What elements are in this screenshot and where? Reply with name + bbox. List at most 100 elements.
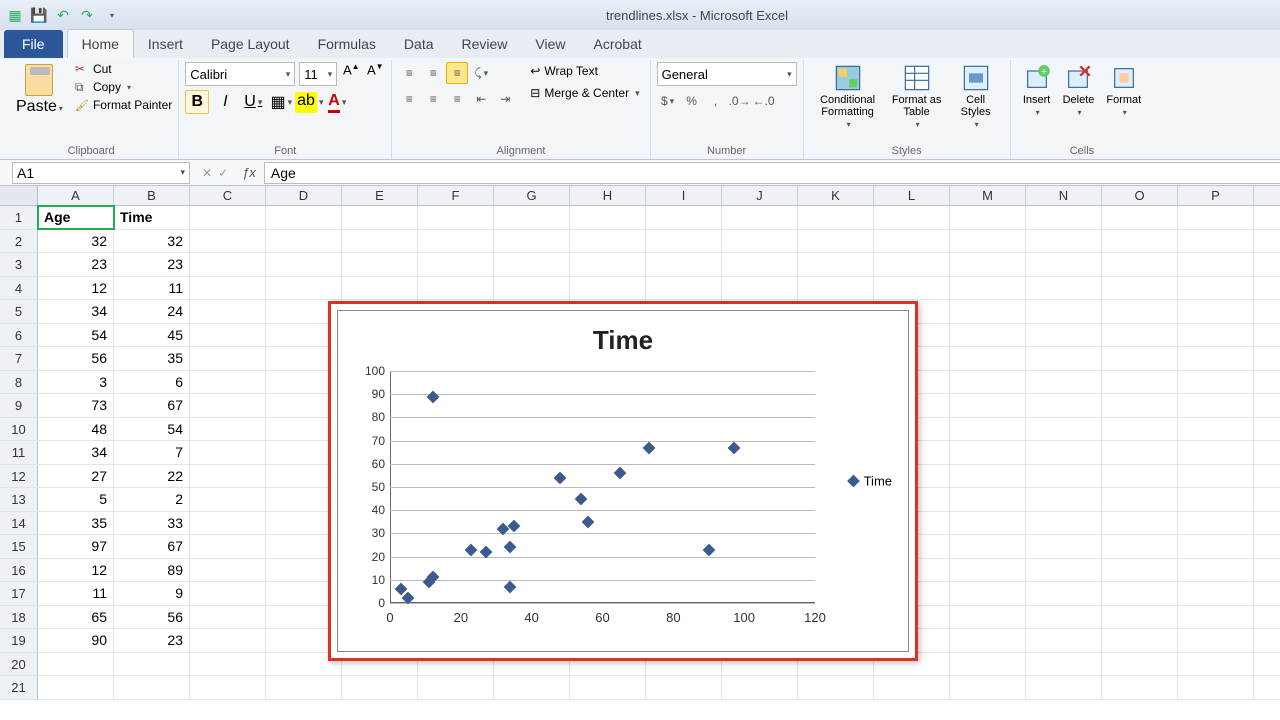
- cell[interactable]: [570, 277, 646, 300]
- cell[interactable]: [1026, 582, 1102, 605]
- cell[interactable]: [1102, 676, 1178, 699]
- cell[interactable]: [722, 253, 798, 276]
- cell[interactable]: [1102, 206, 1178, 229]
- data-point[interactable]: [426, 390, 439, 403]
- cell[interactable]: Age: [38, 206, 114, 229]
- cell[interactable]: [1026, 676, 1102, 699]
- percent-button[interactable]: %: [681, 90, 703, 112]
- cell[interactable]: [1178, 418, 1254, 441]
- cell[interactable]: 2: [114, 488, 190, 511]
- align-center-button[interactable]: ≡: [422, 88, 444, 110]
- row-header[interactable]: 1: [0, 206, 38, 229]
- increase-indent-button[interactable]: ⇥: [494, 88, 516, 110]
- cell[interactable]: 33: [114, 512, 190, 535]
- cell[interactable]: [114, 653, 190, 676]
- row-header[interactable]: 8: [0, 371, 38, 394]
- cell[interactable]: [1102, 253, 1178, 276]
- cell[interactable]: 73: [38, 394, 114, 417]
- cell[interactable]: 90: [38, 629, 114, 652]
- cell[interactable]: [1026, 300, 1102, 323]
- formula-input[interactable]: Age: [264, 162, 1280, 184]
- column-header[interactable]: E: [342, 186, 418, 205]
- cell[interactable]: 54: [114, 418, 190, 441]
- cell[interactable]: [266, 253, 342, 276]
- row-header[interactable]: 2: [0, 230, 38, 253]
- column-header[interactable]: G: [494, 186, 570, 205]
- cell[interactable]: [190, 300, 266, 323]
- cell[interactable]: [190, 347, 266, 370]
- tab-home[interactable]: Home: [67, 29, 134, 58]
- cell[interactable]: [950, 324, 1026, 347]
- cell[interactable]: [38, 653, 114, 676]
- cell[interactable]: [342, 230, 418, 253]
- decrease-font-button[interactable]: A▼: [365, 62, 385, 86]
- merge-center-button[interactable]: ⊟Merge & Center: [526, 84, 643, 102]
- cell[interactable]: [1026, 465, 1102, 488]
- align-top-button[interactable]: ≡: [398, 62, 420, 84]
- data-point[interactable]: [575, 492, 588, 505]
- column-header[interactable]: C: [190, 186, 266, 205]
- cell[interactable]: [266, 277, 342, 300]
- cell[interactable]: 34: [38, 441, 114, 464]
- cell[interactable]: 34: [38, 300, 114, 323]
- column-header[interactable]: B: [114, 186, 190, 205]
- data-point[interactable]: [642, 441, 655, 454]
- cell[interactable]: [1178, 582, 1254, 605]
- cell[interactable]: [1178, 535, 1254, 558]
- cancel-icon[interactable]: ✕: [202, 166, 212, 180]
- cell[interactable]: 32: [38, 230, 114, 253]
- cell[interactable]: [1178, 653, 1254, 676]
- cell[interactable]: 6: [114, 371, 190, 394]
- cell[interactable]: [950, 394, 1026, 417]
- cell[interactable]: [190, 230, 266, 253]
- align-left-button[interactable]: ≡: [398, 88, 420, 110]
- cell[interactable]: [1026, 512, 1102, 535]
- cell[interactable]: [570, 253, 646, 276]
- cell[interactable]: [1178, 324, 1254, 347]
- cell[interactable]: [1026, 629, 1102, 652]
- cell[interactable]: [190, 512, 266, 535]
- cell[interactable]: 56: [38, 347, 114, 370]
- cell[interactable]: [1102, 582, 1178, 605]
- cell[interactable]: 97: [38, 535, 114, 558]
- cell[interactable]: [1102, 347, 1178, 370]
- cell[interactable]: [190, 418, 266, 441]
- cell[interactable]: [190, 535, 266, 558]
- cell[interactable]: [1178, 394, 1254, 417]
- cell[interactable]: [1102, 230, 1178, 253]
- cell[interactable]: [190, 559, 266, 582]
- cell[interactable]: [190, 629, 266, 652]
- align-bottom-button[interactable]: ≡: [446, 62, 468, 84]
- cell[interactable]: 48: [38, 418, 114, 441]
- cell[interactable]: [950, 347, 1026, 370]
- cell[interactable]: [950, 300, 1026, 323]
- cell[interactable]: [418, 253, 494, 276]
- chart-title[interactable]: Time: [338, 325, 908, 356]
- column-header[interactable]: K: [798, 186, 874, 205]
- cell[interactable]: 5: [38, 488, 114, 511]
- redo-icon[interactable]: ↷: [78, 6, 96, 24]
- cell[interactable]: [950, 629, 1026, 652]
- cell[interactable]: [1026, 441, 1102, 464]
- data-point[interactable]: [727, 441, 740, 454]
- wrap-text-button[interactable]: ↩Wrap Text: [526, 62, 643, 80]
- row-header[interactable]: 18: [0, 606, 38, 629]
- tab-insert[interactable]: Insert: [134, 30, 197, 58]
- column-header[interactable]: I: [646, 186, 722, 205]
- comma-button[interactable]: ,: [705, 90, 727, 112]
- worksheet[interactable]: ABCDEFGHIJKLMNOP 1AgeTime232323232341211…: [0, 186, 1280, 720]
- enter-icon[interactable]: ✓: [218, 166, 228, 180]
- format-painter-button[interactable]: Format Painter: [75, 98, 172, 112]
- cell[interactable]: 12: [38, 277, 114, 300]
- data-point[interactable]: [504, 541, 517, 554]
- cell[interactable]: [798, 253, 874, 276]
- tab-data[interactable]: Data: [390, 30, 448, 58]
- orientation-button[interactable]: ⤹: [470, 62, 492, 84]
- cell[interactable]: [646, 277, 722, 300]
- cell[interactable]: [190, 676, 266, 699]
- cell[interactable]: 65: [38, 606, 114, 629]
- cut-button[interactable]: Cut: [75, 62, 172, 76]
- cell[interactable]: 35: [38, 512, 114, 535]
- increase-decimal-button[interactable]: .0→: [729, 90, 751, 112]
- cell[interactable]: [950, 206, 1026, 229]
